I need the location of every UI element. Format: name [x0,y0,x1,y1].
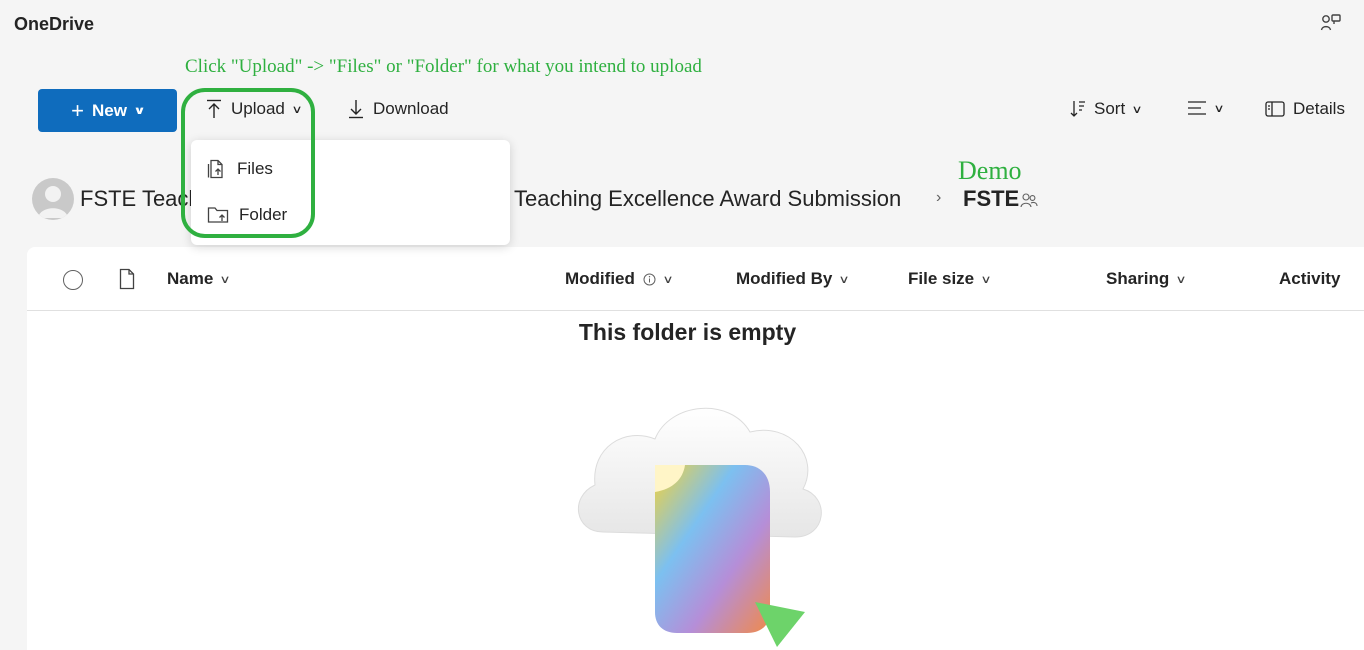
column-file-size[interactable]: File size ∨ [908,269,992,289]
person-icon [38,186,68,218]
column-header-row: Name ∨ Modified ∨ Modified By ∨ File siz… [27,247,1364,311]
file-upload-icon [207,159,223,179]
breadcrumb-separator-icon: › [936,189,942,206]
chevron-down-icon: ∨ [1213,102,1225,115]
chevron-down-icon: ∨ [1131,103,1143,116]
shared-people-icon [1020,193,1038,208]
chevron-down-icon: ∨ [838,273,851,286]
column-file-size-label: File size [908,269,975,288]
share-icon[interactable] [1320,12,1342,34]
upload-menu-folder[interactable]: Folder [207,205,287,225]
view-list-icon [1188,101,1206,115]
avatar[interactable] [32,178,74,220]
download-icon [349,100,363,119]
app-title[interactable]: OneDrive [14,14,94,35]
file-type-icon [119,268,135,290]
chevron-down-icon: ∨ [1175,273,1187,286]
details-button[interactable]: Details [1265,99,1345,119]
upload-menu: Files Folder [191,140,510,245]
column-modified[interactable]: Modified ∨ [565,269,674,289]
column-modified-label: Modified [565,269,635,288]
empty-folder-illustration [578,408,822,647]
upload-menu-files-label: Files [237,159,273,178]
breadcrumb-root[interactable]: FSTE Teach [80,186,201,212]
demo-annotation: Demo [958,156,1022,185]
upload-icon [207,99,221,118]
column-sharing[interactable]: Sharing ∨ [1106,269,1187,289]
file-list: Name ∨ Modified ∨ Modified By ∨ File siz… [27,247,1364,650]
upload-button-label: Upload [231,99,285,118]
details-pane-icon [1265,101,1285,117]
sort-icon [1070,101,1085,117]
column-activity-label: Activity [1279,269,1341,288]
upload-button[interactable]: Upload ∨ [205,99,303,119]
info-icon [643,273,656,285]
sort-button-label: Sort [1094,99,1126,118]
new-button-label: New [91,100,127,120]
column-modified-by[interactable]: Modified By ∨ [736,269,851,289]
empty-folder-title: This folder is empty [578,319,797,345]
select-all-checkbox[interactable] [63,270,83,290]
column-modified-by-label: Modified By [736,269,833,288]
plus-icon: + [71,97,84,123]
download-button[interactable]: Download [347,99,449,119]
chevron-down-icon: ∨ [291,103,303,116]
sort-button[interactable]: Sort ∨ [1070,99,1143,119]
upload-menu-folder-label: Folder [239,205,288,224]
details-button-label: Details [1293,99,1345,118]
breadcrumb-current: FSTE [963,186,1020,211]
breadcrumb-folder[interactable]: Teaching Excellence Award Submission [514,186,901,212]
column-name[interactable]: Name ∨ [167,269,231,289]
chevron-down-icon: ∨ [219,273,231,286]
view-options-button[interactable]: ∨ [1187,99,1225,117]
upload-menu-files[interactable]: Files [207,159,273,179]
column-activity[interactable]: Activity [1279,269,1340,289]
instruction-annotation: Click "Upload" -> "Files" or "Folder" fo… [185,56,702,77]
chevron-down-icon: ∨ [133,105,146,117]
chevron-down-icon: ∨ [980,273,992,286]
top-bar: OneDrive [0,0,1364,54]
chevron-down-icon: ∨ [662,273,674,286]
new-button[interactable]: + New ∨ [38,89,177,132]
column-name-label: Name [167,269,214,288]
folder-upload-icon [207,207,229,223]
download-button-label: Download [373,99,449,118]
column-sharing-label: Sharing [1106,269,1170,288]
